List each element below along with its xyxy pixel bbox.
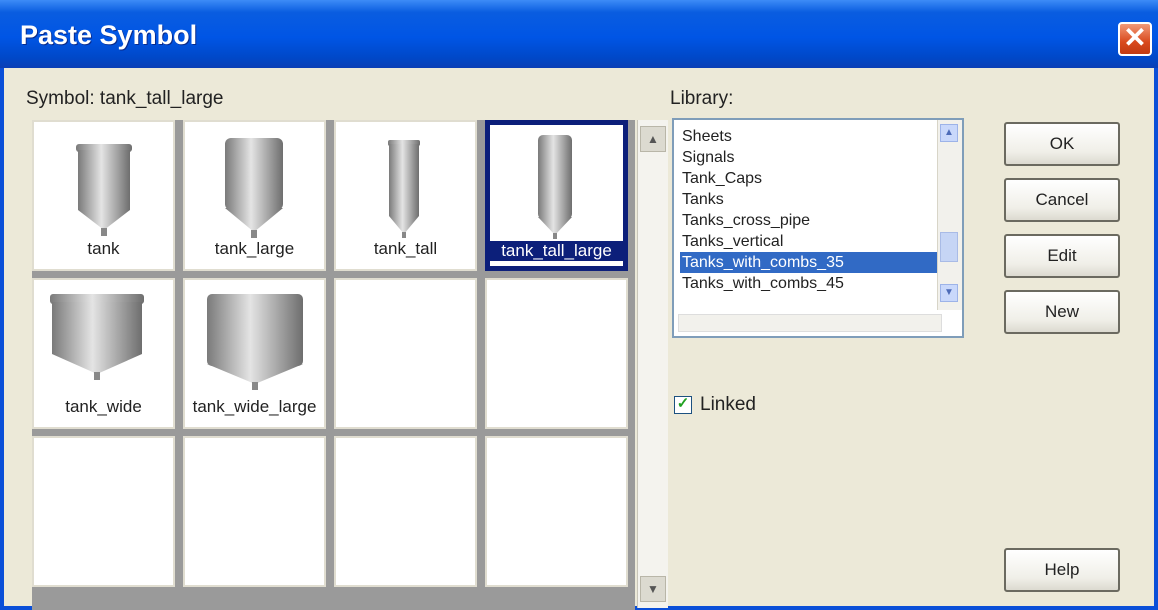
symbol-cell-tank-wide[interactable]: tank_wide xyxy=(32,278,175,429)
checkmark-icon: ✓ xyxy=(676,395,690,412)
linked-checkbox[interactable]: ✓ xyxy=(674,396,692,414)
linked-label: Linked xyxy=(700,394,756,415)
library-item[interactable]: Tanks_with_combs_45 xyxy=(680,273,956,294)
symbol-cell-empty xyxy=(485,278,628,429)
symbol-cell-empty xyxy=(334,436,477,587)
symbol-name: tank xyxy=(87,239,120,258)
library-item[interactable]: Tanks_vertical xyxy=(680,231,956,252)
close-button[interactable]: ✕ xyxy=(1118,22,1152,56)
library-item[interactable]: Tanks xyxy=(680,189,956,210)
new-button[interactable]: New xyxy=(1004,290,1120,334)
scroll-up-button[interactable]: ▲ xyxy=(640,126,666,152)
symbol-cell-tank-tall[interactable]: tank_tall xyxy=(334,120,477,271)
chevron-up-icon: ▲ xyxy=(647,132,659,146)
symbol-name: tank_large xyxy=(214,239,295,258)
symbol-cell-empty xyxy=(485,436,628,587)
cancel-button[interactable]: Cancel xyxy=(1004,178,1120,222)
library-item[interactable]: Tank_Caps xyxy=(680,168,956,189)
library-label: Library: xyxy=(670,88,734,109)
symbol-name: tank_wide_large xyxy=(192,397,317,416)
title-bar[interactable]: Paste Symbol ✕ xyxy=(0,0,1158,68)
symbol-cell-empty xyxy=(183,436,326,587)
symbol-name: tank_tall xyxy=(373,239,438,258)
scroll-thumb[interactable] xyxy=(940,232,958,262)
symbol-name-label: Symbol: tank_tall_large xyxy=(26,88,224,109)
close-icon: ✕ xyxy=(1123,22,1147,53)
library-horizontal-scrollbar[interactable] xyxy=(678,314,942,332)
library-item-selected[interactable]: Tanks_with_combs_35 xyxy=(680,252,956,273)
symbol-grid-scrollbar[interactable]: ▲ ▼ xyxy=(637,120,668,608)
library-item[interactable]: Signals xyxy=(680,147,956,168)
symbol-name: tank_tall_large xyxy=(490,241,623,261)
symbol-name: tank_wide xyxy=(65,397,142,416)
symbol-cell-empty xyxy=(32,436,175,587)
edit-button[interactable]: Edit xyxy=(1004,234,1120,278)
symbol-cell-tank-tall-large[interactable]: tank_tall_large xyxy=(485,120,628,271)
library-item[interactable]: Tanks_cross_pipe xyxy=(680,210,956,231)
paste-symbol-dialog: Paste Symbol ✕ Symbol: tank_tall_large L… xyxy=(0,0,1158,610)
chevron-down-icon[interactable]: ▼ xyxy=(940,284,958,302)
ok-button[interactable]: OK xyxy=(1004,122,1120,166)
symbol-cell-tank-large[interactable]: tank_large xyxy=(183,120,326,271)
symbol-cell-tank[interactable]: tank xyxy=(32,120,175,271)
library-item[interactable]: Sheets xyxy=(680,126,956,147)
symbol-cell-empty xyxy=(334,278,477,429)
scroll-down-button[interactable]: ▼ xyxy=(640,576,666,602)
help-button[interactable]: Help xyxy=(1004,548,1120,592)
dialog-title: Paste Symbol xyxy=(20,20,198,50)
library-list[interactable]: Sheets Signals Tank_Caps Tanks Tanks_cro… xyxy=(672,118,964,338)
chevron-up-icon[interactable]: ▲ xyxy=(940,124,958,142)
symbol-grid: tank tank_large tank_tall tank_tall_larg… xyxy=(32,120,635,610)
library-list-scrollbar[interactable]: ▲ ▼ xyxy=(937,120,962,310)
symbol-cell-tank-wide-large[interactable]: tank_wide_large xyxy=(183,278,326,429)
chevron-down-icon: ▼ xyxy=(647,582,659,596)
